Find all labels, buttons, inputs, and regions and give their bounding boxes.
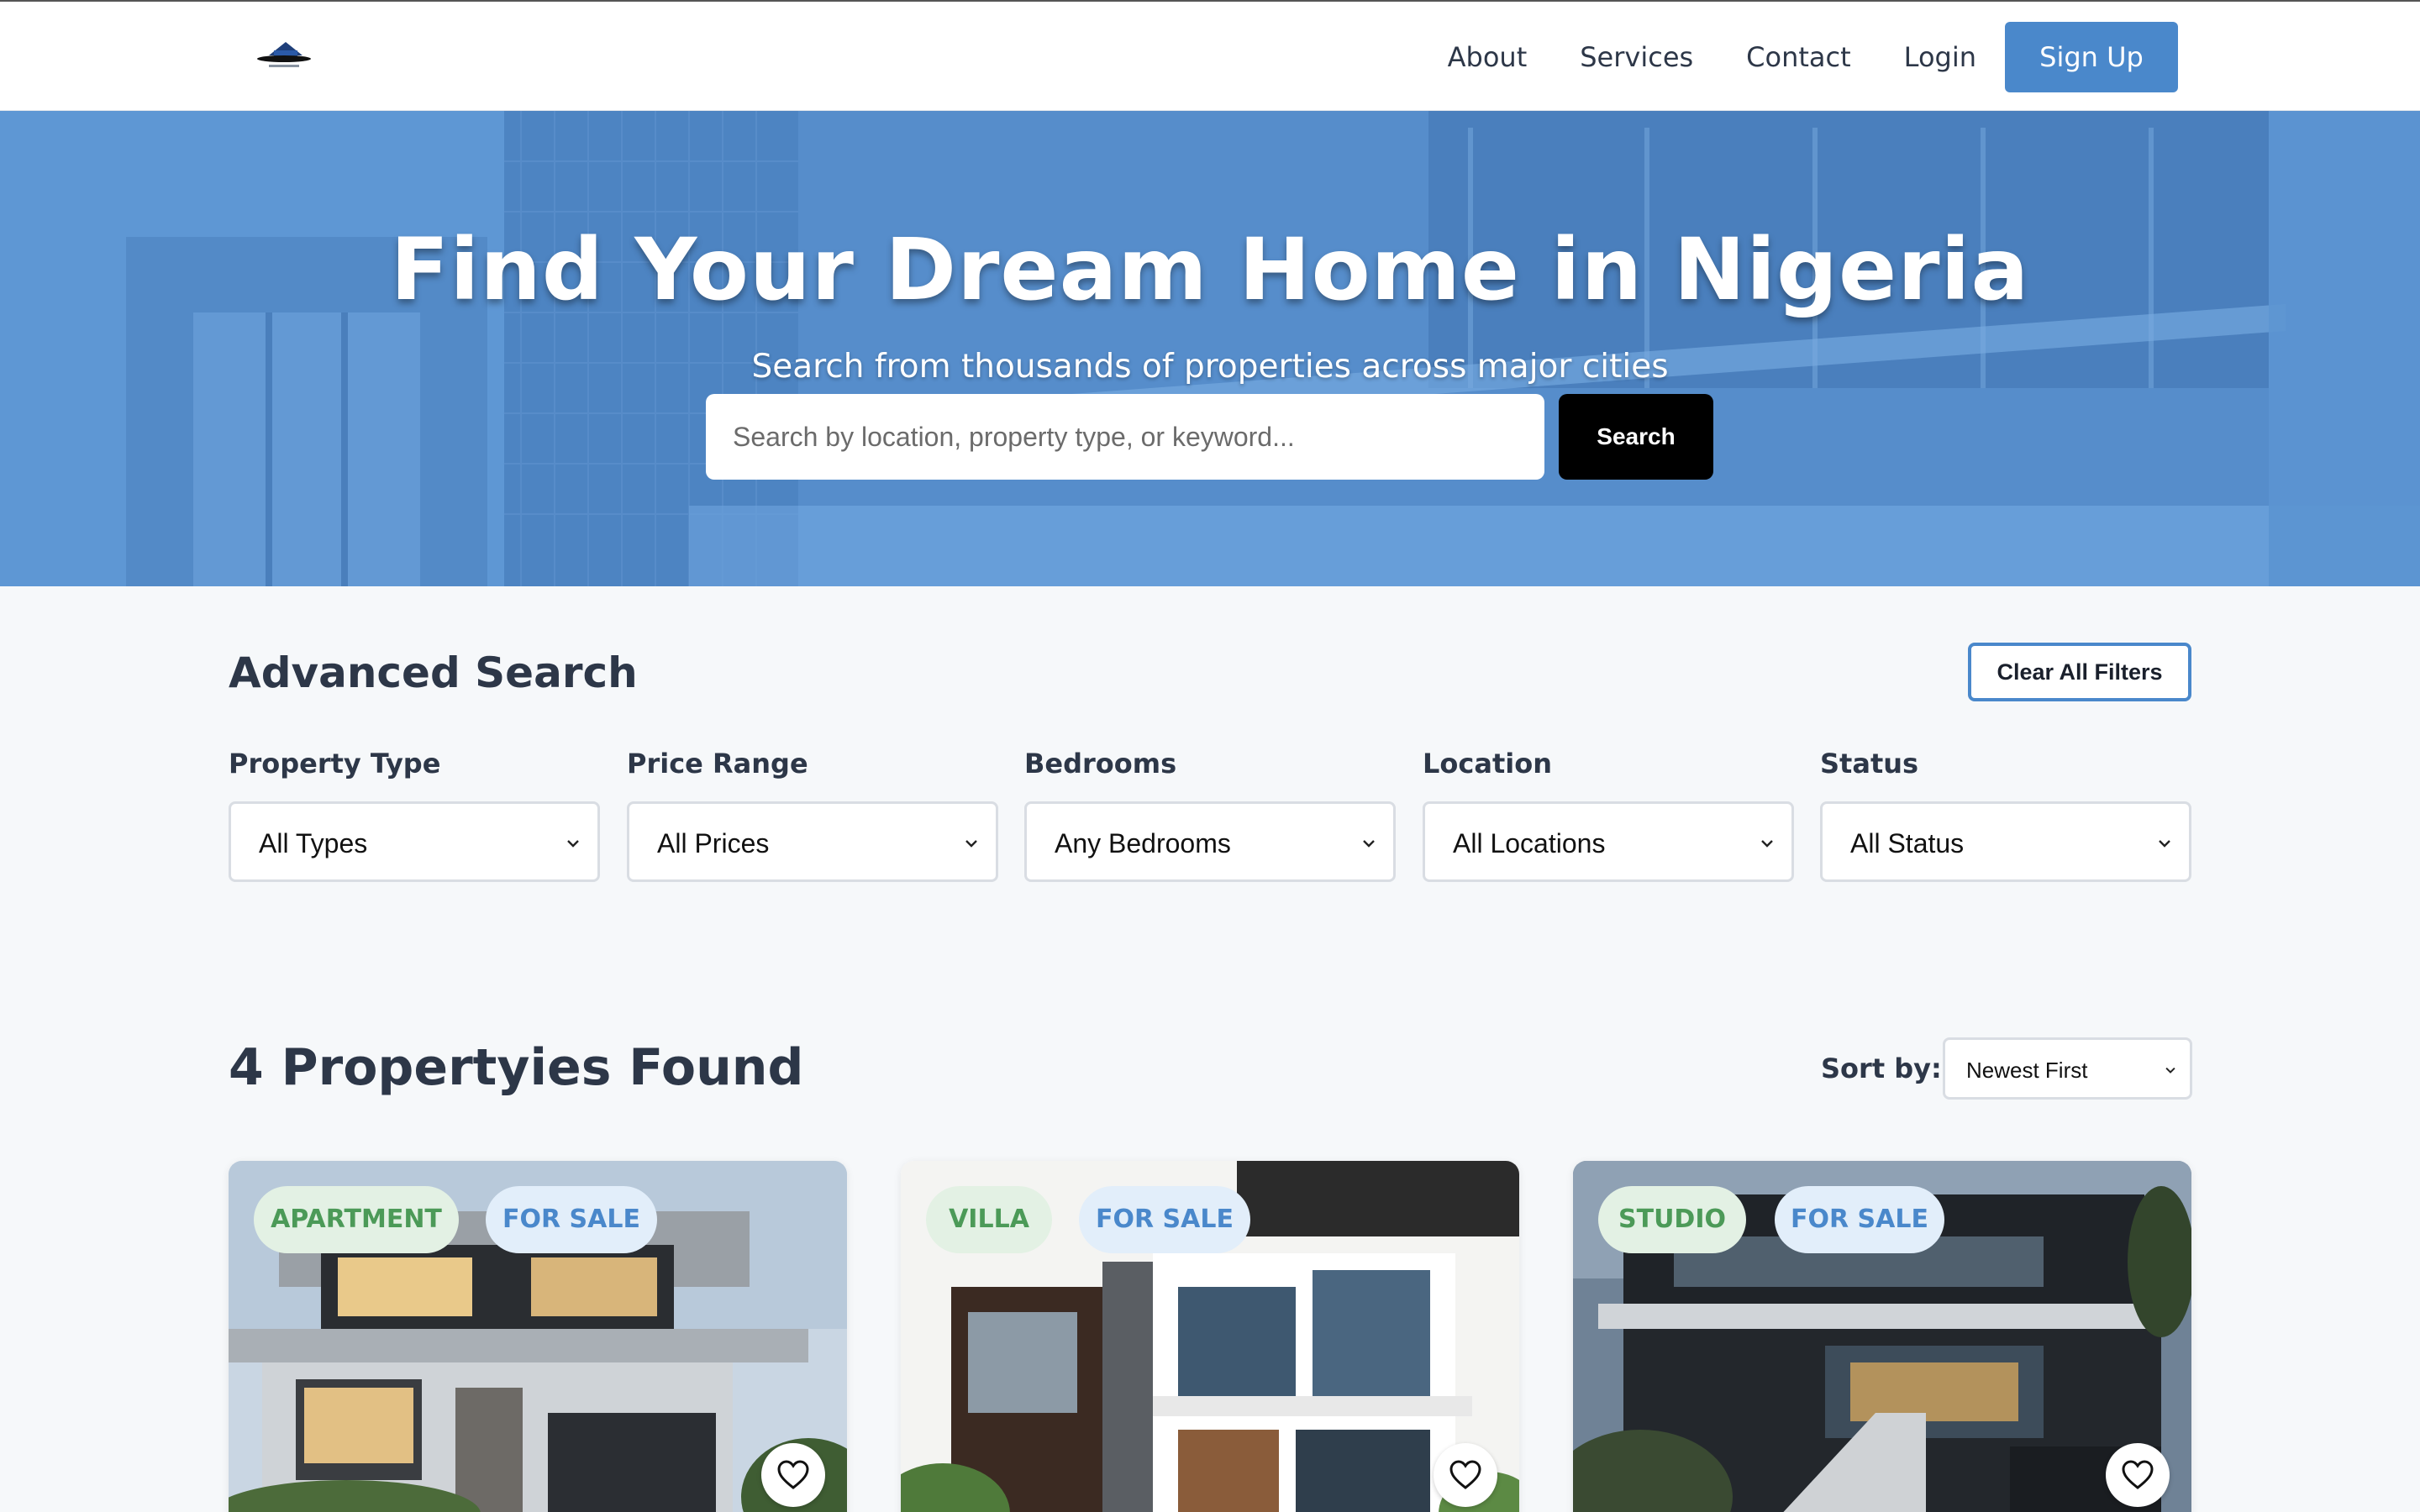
filter-property-type: Property Type All Types [229, 748, 600, 882]
type-badge: STUDIO [1598, 1186, 1746, 1253]
nav-login-link[interactable]: Login [1904, 41, 1976, 73]
sort-label: Sort by: [1821, 1053, 1942, 1084]
chevron-down-icon [2165, 1067, 2175, 1074]
heart-icon [777, 1460, 809, 1489]
favorite-button[interactable] [761, 1443, 825, 1507]
select-value: All Types [259, 828, 368, 858]
select-value: All Locations [1453, 828, 1606, 858]
filter-label: Status [1820, 748, 1919, 780]
search-input[interactable] [706, 394, 1544, 480]
filter-label: Bedrooms [1024, 748, 1177, 780]
type-badge: APARTMENT [254, 1186, 459, 1253]
location-select[interactable]: All Locations [1423, 801, 1794, 882]
heart-icon [1449, 1460, 1481, 1489]
select-value: All Status [1850, 828, 1965, 858]
sign-up-button[interactable]: Sign Up [2005, 22, 2178, 92]
chevron-down-icon [567, 840, 579, 848]
main-nav: About Services Contact Login Sign Up [1448, 22, 2178, 92]
property-card[interactable]: STUDIO FOR SALE [1573, 1161, 2191, 1512]
search-button[interactable]: Search [1559, 394, 1713, 480]
filter-label: Location [1423, 748, 1552, 780]
status-badge: FOR SALE [1079, 1186, 1250, 1253]
chevron-down-icon [965, 840, 977, 848]
nav-contact-link[interactable]: Contact [1746, 41, 1851, 73]
hero-banner: Find Your Dream Home in Nigeria Search f… [0, 111, 2420, 586]
filter-label: Price Range [627, 748, 808, 780]
filter-location: Location All Locations [1423, 748, 1794, 882]
chevron-down-icon [1363, 840, 1375, 848]
property-card[interactable]: APARTMENT FOR SALE [229, 1161, 847, 1512]
filter-price-range: Price Range All Prices [627, 748, 998, 882]
nav-services-link[interactable]: Services [1580, 41, 1693, 73]
select-value: All Prices [657, 828, 770, 858]
nav-about-link[interactable]: About [1448, 41, 1528, 73]
top-navbar: About Services Contact Login Sign Up [0, 0, 2420, 111]
filter-status: Status All Status [1820, 748, 2191, 882]
status-badge: FOR SALE [1775, 1186, 1944, 1253]
price-range-select[interactable]: All Prices [627, 801, 998, 882]
filter-bedrooms: Bedrooms Any Bedrooms [1024, 748, 1396, 882]
property-type-select[interactable]: All Types [229, 801, 600, 882]
chevron-down-icon [1761, 840, 1773, 848]
clear-filters-button[interactable]: Clear All Filters [1968, 643, 2191, 701]
heart-icon [2122, 1460, 2154, 1489]
status-badge: FOR SALE [486, 1186, 657, 1253]
property-card[interactable]: VILLA FOR SALE [901, 1161, 1519, 1512]
sort-value: Newest First [1966, 1058, 2088, 1083]
filter-label: Property Type [229, 748, 441, 780]
advanced-search-title: Advanced Search [229, 648, 638, 697]
hero-title: Find Your Dream Home in Nigeria [390, 220, 2030, 320]
favorite-button[interactable] [2106, 1443, 2170, 1507]
chevron-down-icon [2159, 840, 2170, 848]
results-count: 4 Propertyies Found [229, 1038, 804, 1097]
house-logo-icon[interactable] [252, 35, 319, 77]
type-badge: VILLA [926, 1186, 1052, 1253]
status-select[interactable]: All Status [1820, 801, 2191, 882]
bedrooms-select[interactable]: Any Bedrooms [1024, 801, 1396, 882]
favorite-button[interactable] [1434, 1443, 1497, 1507]
select-value: Any Bedrooms [1055, 828, 1231, 858]
hero-subtitle: Search from thousands of properties acro… [751, 348, 1669, 386]
sort-select[interactable]: Newest First [1943, 1037, 2192, 1100]
